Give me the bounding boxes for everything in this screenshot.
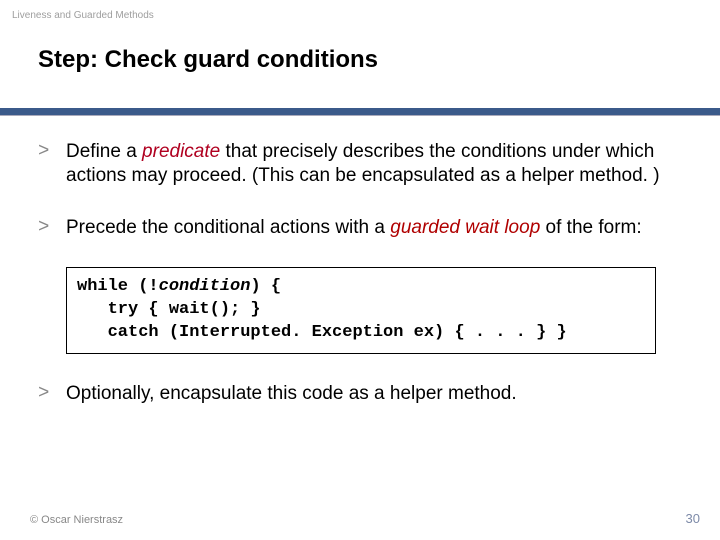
topic-label: Liveness and Guarded Methods [12,10,154,21]
code-line-1b: ) { [250,277,281,296]
code-line-3: catch (Interrupted. Exception ex) { . . … [77,323,567,342]
code-line-2: try { wait(); } [77,300,261,319]
slide: Liveness and Guarded Methods Step: Check… [0,0,720,540]
guarded-wait-loop-phrase: guarded wait loop [390,217,540,238]
title-rule [0,108,720,116]
footer-copyright: © Oscar Nierstrasz [30,514,123,526]
text-span: of the form: [540,217,641,238]
bullet-marker: > [38,216,66,240]
predicate-word: predicate [142,141,220,162]
page-number: 30 [686,511,700,526]
text-span: Precede the conditional actions with a [66,217,390,238]
bullet-3: > Optionally, encapsulate this code as a… [38,382,680,406]
bullet-1-text: Define a predicate that precisely descri… [66,140,680,188]
bullet-2-text: Precede the conditional actions with a g… [66,216,680,240]
bullet-marker: > [38,382,66,406]
code-line-1a: while (! [77,277,159,296]
code-box: while (!condition) { try { wait(); } cat… [66,267,656,354]
bullet-2: > Precede the conditional actions with a… [38,216,680,240]
text-span: Define a [66,141,142,162]
code-condition: condition [159,277,251,296]
slide-title: Step: Check guard conditions [38,46,378,74]
content-area: > Define a predicate that precisely desc… [38,140,680,434]
bullet-3-text: Optionally, encapsulate this code as a h… [66,382,680,406]
bullet-1: > Define a predicate that precisely desc… [38,140,680,188]
bullet-marker: > [38,140,66,188]
